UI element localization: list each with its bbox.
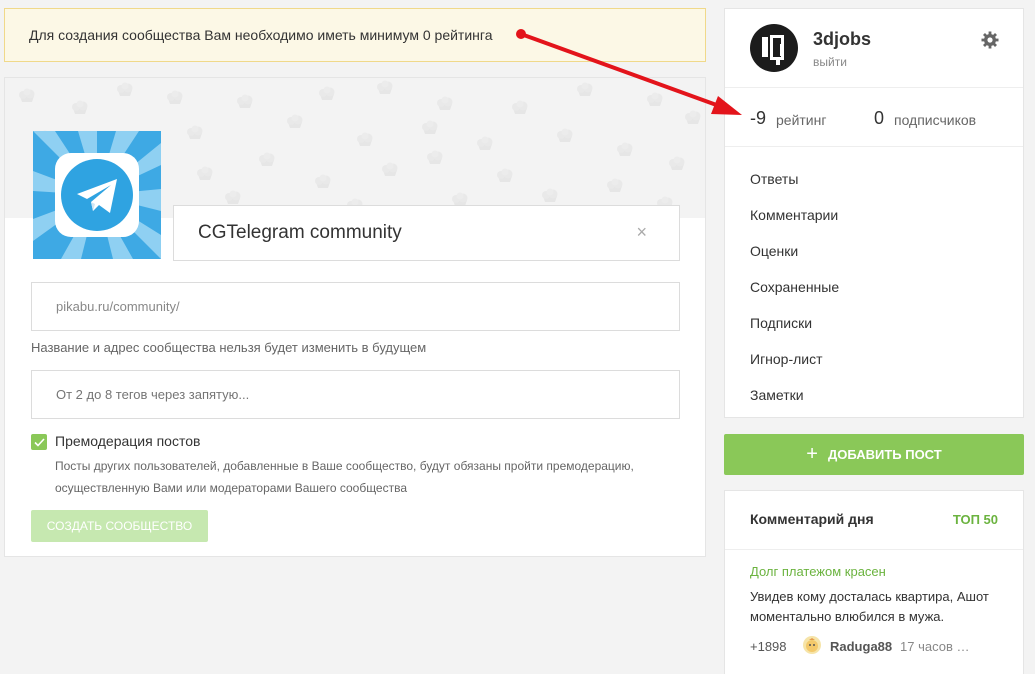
clear-icon[interactable]: ×: [636, 222, 647, 243]
menu-item-answers[interactable]: Ответы: [750, 161, 839, 197]
menu-item-ratings[interactable]: Оценки: [750, 233, 839, 269]
avatar-logo-icon: [750, 24, 798, 72]
community-url-input[interactable]: pikabu.ru/community/: [31, 282, 680, 331]
add-post-button[interactable]: + ДОБАВИТЬ ПОСТ: [724, 434, 1024, 475]
profile-card: 3djobs выйти -9 рейтинг 0 подписчиков От…: [724, 8, 1024, 418]
comment-rating: +1898: [750, 639, 787, 654]
menu-item-subscriptions[interactable]: Подписки: [750, 305, 839, 341]
checkmark-icon: [33, 437, 45, 447]
menu-item-comments[interactable]: Комментарии: [750, 197, 839, 233]
premoderation-description: Посты других пользователей, добавленные …: [55, 459, 634, 495]
community-name-input[interactable]: CGTelegram community ×: [173, 205, 680, 261]
community-name-value: CGTelegram community: [198, 222, 402, 243]
profile-menu: Ответы Комментарии Оценки Сохраненные По…: [750, 161, 839, 413]
menu-item-saved[interactable]: Сохраненные: [750, 269, 839, 305]
comment-of-day-card: Комментарий дня ТОП 50 Долг платежом кра…: [724, 490, 1024, 674]
subscribers-value[interactable]: 0: [874, 108, 884, 129]
comment-divider: [725, 549, 1023, 550]
tags-input[interactable]: [56, 387, 655, 402]
comment-time: 17 часов …: [900, 639, 970, 654]
telegram-icon: [33, 131, 161, 259]
community-avatar[interactable]: [33, 131, 161, 259]
add-post-label: ДОБАВИТЬ ПОСТ: [827, 447, 942, 462]
tags-field[interactable]: [31, 370, 680, 419]
create-community-button[interactable]: СОЗДАТЬ СООБЩЕСТВО: [31, 510, 208, 542]
top50-link[interactable]: ТОП 50: [953, 512, 998, 527]
story-title-link[interactable]: Долг платежом красен: [750, 564, 886, 579]
create-community-card: CGTelegram community × pikabu.ru/communi…: [4, 77, 706, 557]
rating-value: -9: [750, 108, 767, 128]
menu-item-notes[interactable]: Заметки: [750, 377, 839, 413]
plus-icon: +: [806, 443, 818, 465]
comment-of-day-title: Комментарий дня: [750, 511, 874, 527]
notice-text: Для создания сообщества Вам необходимо и…: [29, 27, 493, 43]
premoderation-checkbox[interactable]: [31, 434, 47, 450]
gear-icon[interactable]: [981, 31, 999, 49]
logout-link[interactable]: выйти: [813, 55, 847, 69]
menu-item-ignore-list[interactable]: Игнор-лист: [750, 341, 839, 377]
profile-divider: [725, 146, 1023, 147]
community-url-value: pikabu.ru/community/: [56, 299, 180, 314]
username[interactable]: 3djobs: [813, 29, 871, 50]
user-avatar[interactable]: [750, 24, 798, 72]
comment-text: Увидев кому досталась квартира, Ашот мом…: [750, 589, 989, 624]
name-hint: Название и адрес сообщества нельзя будет…: [31, 340, 427, 355]
rating-label: рейтинг: [776, 112, 827, 128]
rating-requirement-notice: Для создания сообщества Вам необходимо и…: [4, 8, 706, 62]
comment-author[interactable]: Raduga88: [830, 639, 892, 654]
premoderation-label[interactable]: Премодерация постов: [55, 433, 200, 449]
profile-divider: [725, 87, 1023, 88]
comment-author-avatar[interactable]: [803, 636, 821, 654]
subscribers-label[interactable]: подписчиков: [894, 112, 976, 128]
